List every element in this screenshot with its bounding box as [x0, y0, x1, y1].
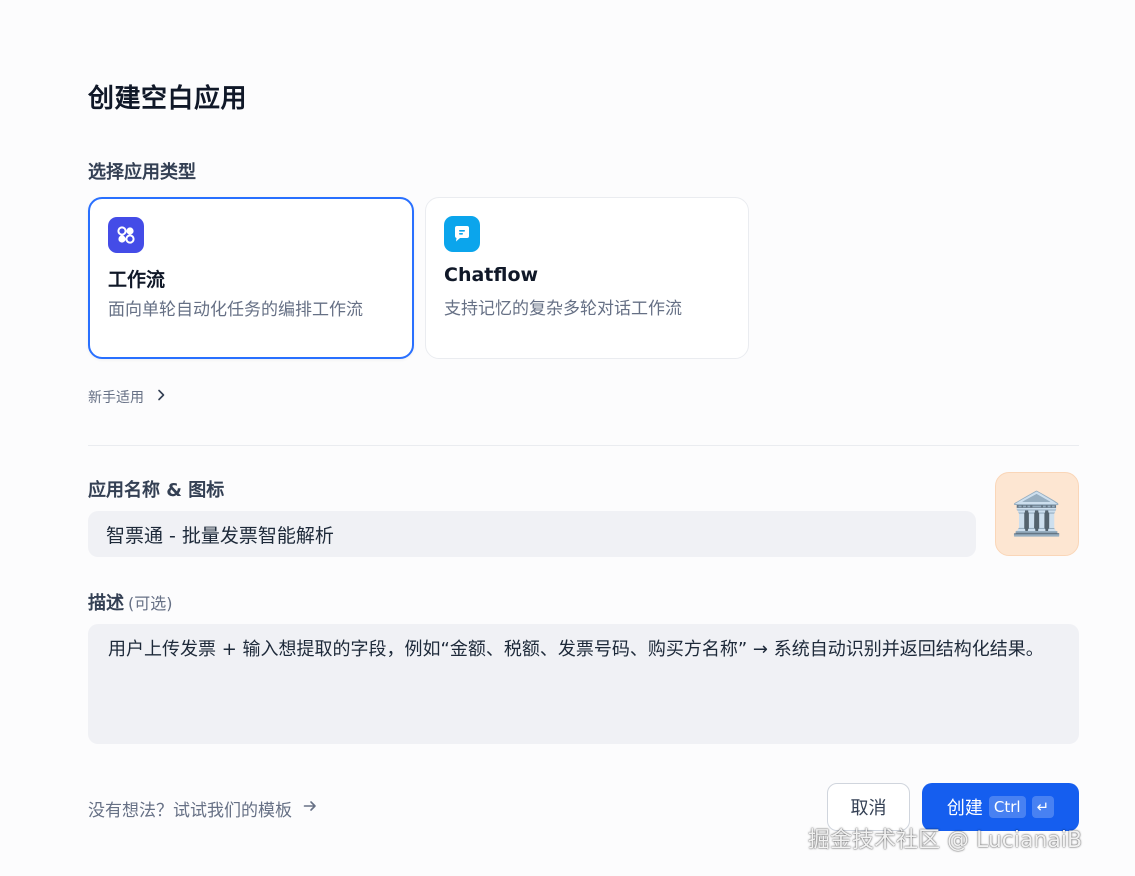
template-link[interactable]: 没有想法？试试我们的模板: [88, 796, 318, 821]
app-type-card-chatflow[interactable]: Chatflow 支持记忆的复杂多轮对话工作流: [425, 197, 749, 359]
workflow-icon: [108, 217, 144, 253]
create-button-label: 创建: [946, 798, 983, 819]
description-label-text: 描述: [88, 593, 124, 614]
chevron-right-icon: [154, 388, 168, 406]
bank-building-icon: 🏛️: [1010, 489, 1064, 538]
enter-key-icon: ↵: [1031, 796, 1055, 818]
app-type-label: 选择应用类型: [88, 162, 196, 183]
beginner-label: 新手适用: [88, 390, 144, 406]
arrow-right-icon: [302, 798, 318, 819]
description-label: 描述 (可选): [88, 589, 173, 615]
section-divider: [88, 445, 1079, 446]
description-textarea[interactable]: 用户上传发票 + 输入想提取的字段，例如“金额、税额、发票号码、购买方名称” →…: [88, 624, 1079, 744]
beginner-link[interactable]: 新手适用: [88, 387, 168, 407]
app-type-card-workflow[interactable]: 工作流 面向单轮自动化任务的编排工作流: [88, 197, 414, 359]
chat-bubble-icon: [444, 216, 480, 252]
app-name-input[interactable]: [88, 511, 976, 557]
chatflow-card-desc: 支持记忆的复杂多轮对话工作流: [444, 299, 682, 319]
template-link-label: 没有想法？试试我们的模板: [88, 801, 292, 821]
workflow-card-desc: 面向单轮自动化任务的编排工作流: [108, 300, 363, 320]
watermark: 掘金技术社区 @ LucianaiB: [808, 828, 1083, 853]
chatflow-card-title: Chatflow: [444, 264, 539, 286]
workflow-card-title: 工作流: [108, 269, 166, 291]
shortcut-ctrl-key: Ctrl: [988, 796, 1026, 818]
page-title: 创建空白应用: [88, 84, 248, 114]
optional-hint: (可选): [128, 594, 173, 613]
app-name-label: 应用名称 & 图标: [88, 480, 225, 501]
app-icon-picker[interactable]: 🏛️: [995, 472, 1079, 556]
